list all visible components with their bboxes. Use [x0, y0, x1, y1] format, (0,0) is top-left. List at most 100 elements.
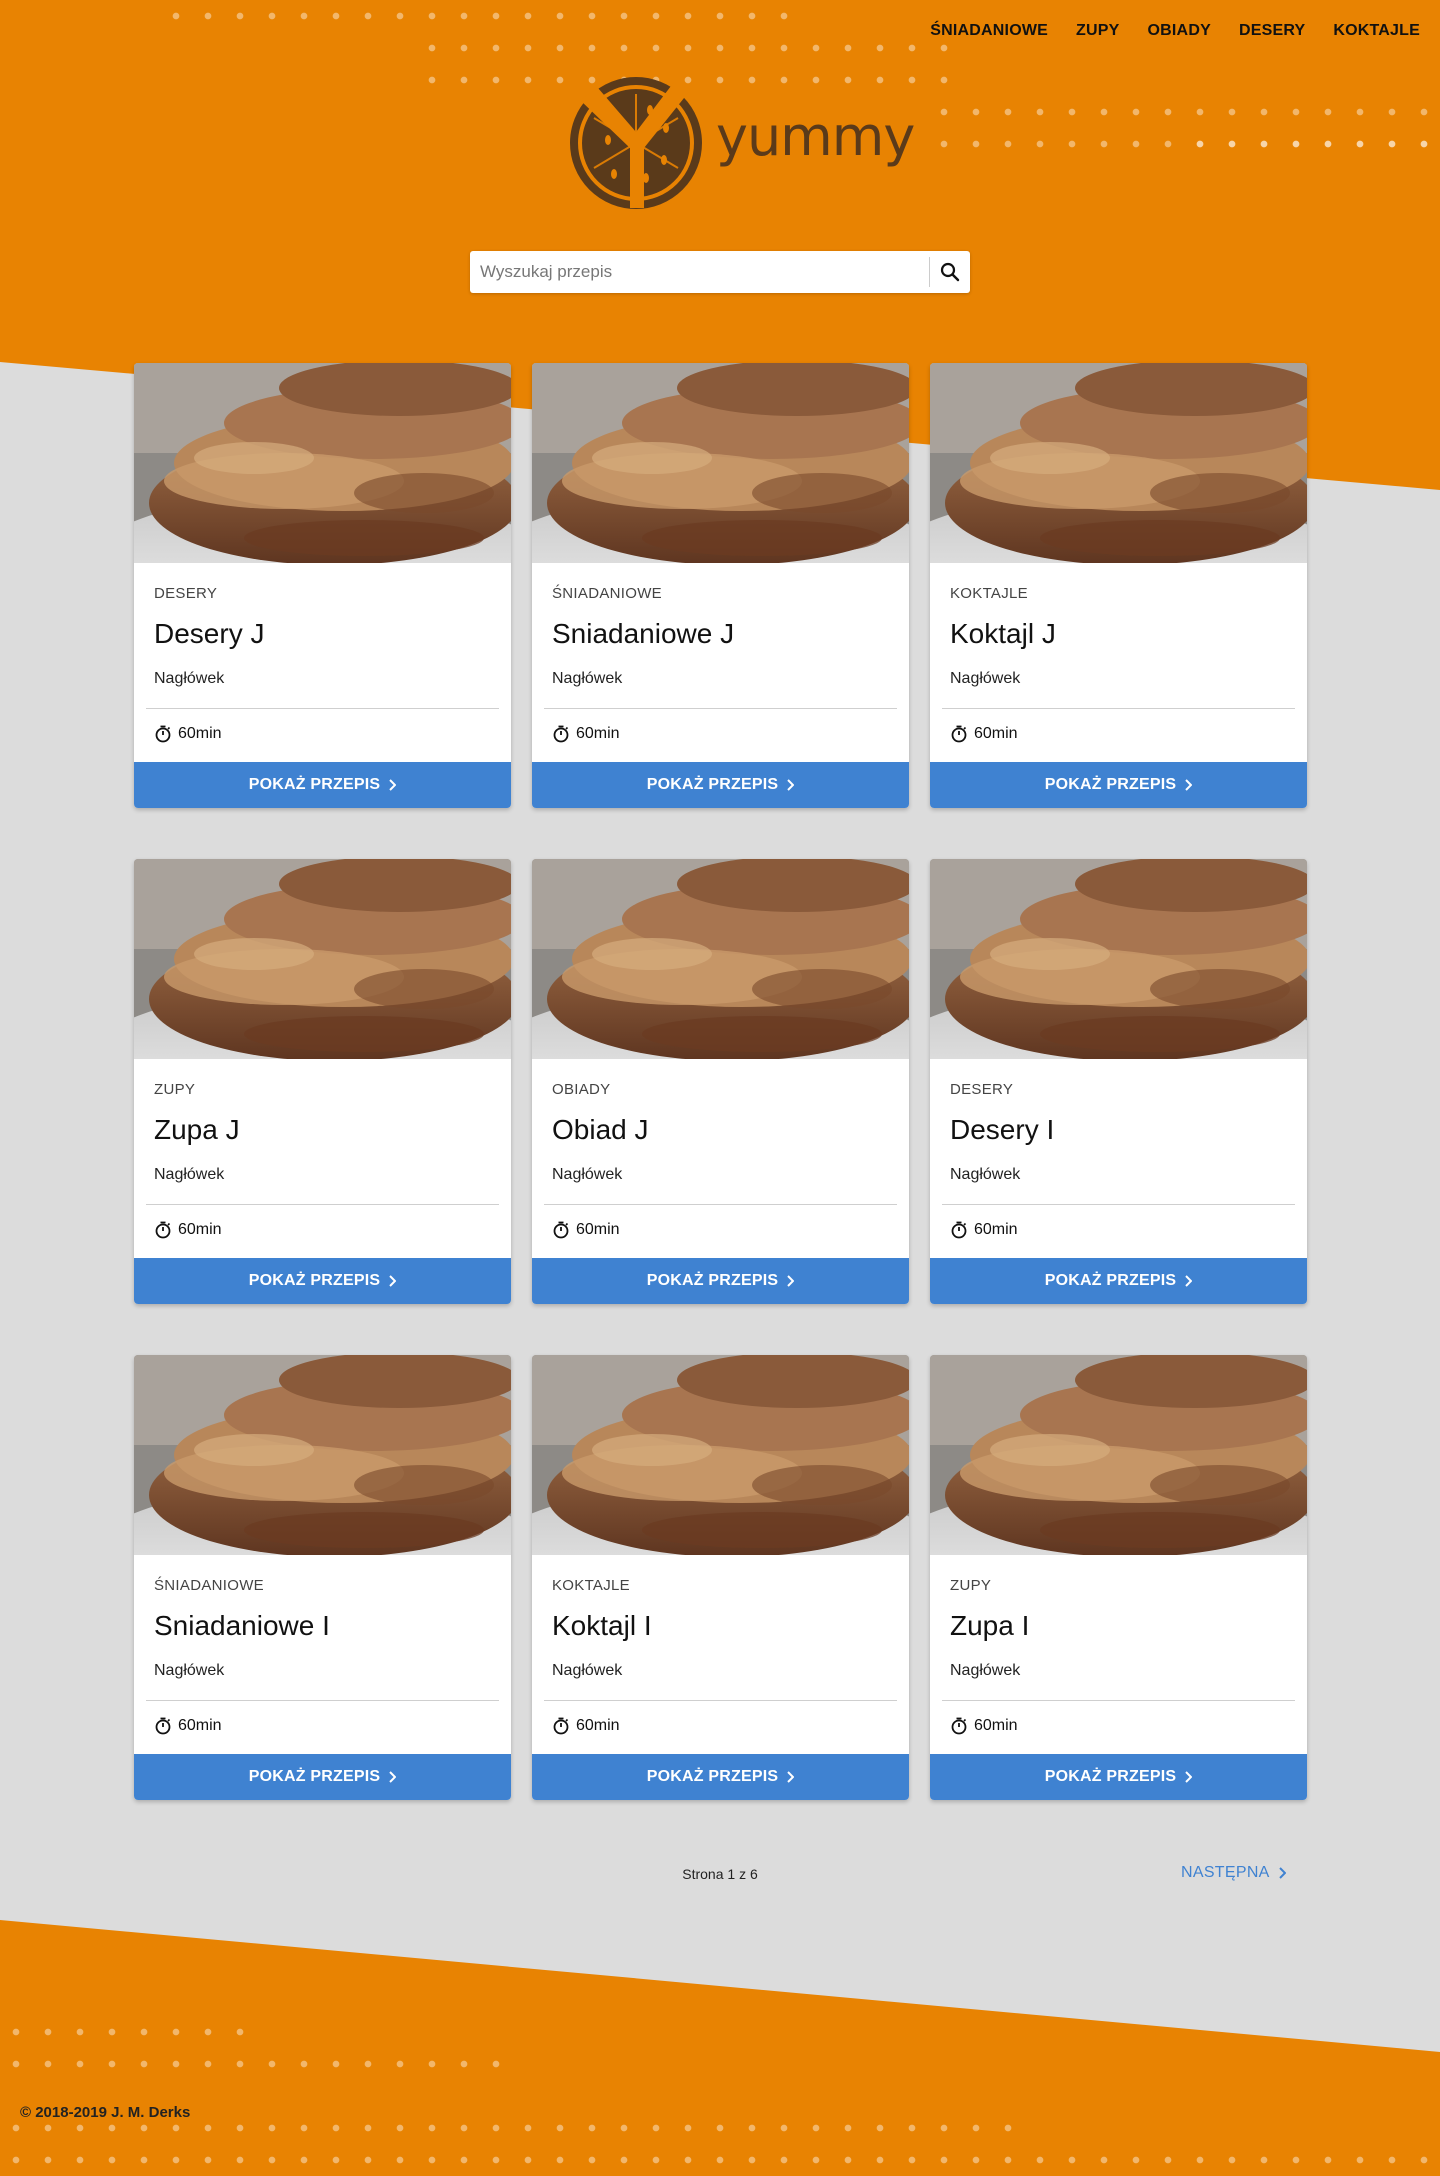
- recipe-image[interactable]: [532, 859, 909, 1059]
- recipe-image[interactable]: [930, 1355, 1307, 1555]
- recipe-card: ŚNIADANIOWE Sniadaniowe I Nagłówek 60min…: [134, 1355, 511, 1800]
- stopwatch-icon: [553, 1221, 569, 1239]
- search-bar: [470, 251, 970, 293]
- footer-copyright: © 2018-2019 J. M. Derks: [20, 2104, 191, 2121]
- recipe-image[interactable]: [930, 363, 1307, 563]
- recipe-time: 60min: [552, 1221, 889, 1239]
- card-divider: [942, 1700, 1295, 1701]
- show-recipe-label: POKAŻ PRZEPIS: [248, 1768, 381, 1785]
- logo[interactable]: yummy: [570, 70, 915, 212]
- card-divider: [544, 1700, 897, 1701]
- recipe-subtitle: Nagłówek: [950, 1166, 1021, 1183]
- recipe-time: 60min: [154, 1717, 491, 1735]
- search-input[interactable]: [470, 252, 929, 292]
- recipe-image[interactable]: [134, 363, 511, 563]
- recipe-category: OBIADY: [552, 1081, 611, 1098]
- recipe-time-value: 60min: [974, 725, 1018, 742]
- stopwatch-icon: [155, 725, 171, 743]
- show-recipe-button[interactable]: POKAŻ PRZEPIS: [930, 762, 1307, 808]
- recipe-subtitle: Nagłówek: [154, 670, 225, 687]
- dot-pattern: [0, 2048, 512, 2080]
- recipe-image[interactable]: [930, 859, 1307, 1059]
- recipe-time: 60min: [950, 1717, 1287, 1735]
- recipe-subtitle: Nagłówek: [950, 670, 1021, 687]
- recipe-title: Zupa J: [154, 1114, 240, 1145]
- recipe-time: 60min: [552, 1717, 889, 1735]
- recipe-card: ZUPY Zupa I Nagłówek 60min POKAŻ PRZEPIS: [930, 1355, 1307, 1800]
- show-recipe-button[interactable]: POKAŻ PRZEPIS: [134, 1754, 511, 1800]
- card-divider: [146, 708, 499, 709]
- search-button[interactable]: [930, 252, 970, 292]
- recipe-time: 60min: [950, 1221, 1287, 1239]
- nav-item-desery[interactable]: DESERY: [1239, 22, 1305, 40]
- recipe-image[interactable]: [134, 1355, 511, 1555]
- card-divider: [942, 1204, 1295, 1205]
- recipe-title: Koktajl J: [950, 618, 1056, 649]
- recipe-card: DESERY Desery I Nagłówek 60min POKAŻ PRZ…: [930, 859, 1307, 1304]
- card-divider: [544, 1204, 897, 1205]
- recipe-time-value: 60min: [178, 1221, 222, 1238]
- stopwatch-icon: [553, 725, 569, 743]
- recipe-card: ŚNIADANIOWE Sniadaniowe J Nagłówek 60min…: [532, 363, 909, 808]
- recipe-time-value: 60min: [178, 725, 222, 742]
- chevron-right-icon: [1185, 1771, 1193, 1783]
- stopwatch-icon: [951, 1717, 967, 1735]
- show-recipe-button[interactable]: POKAŻ PRZEPIS: [134, 762, 511, 808]
- recipe-card: KOKTAJLE Koktajl I Nagłówek 60min POKAŻ …: [532, 1355, 909, 1800]
- dot-pattern: [0, 2016, 256, 2048]
- stopwatch-icon: [155, 1717, 171, 1735]
- show-recipe-label: POKAŻ PRZEPIS: [646, 776, 779, 793]
- recipe-time-value: 60min: [974, 1221, 1018, 1238]
- stopwatch-icon: [951, 1221, 967, 1239]
- recipe-subtitle: Nagłówek: [154, 1166, 225, 1183]
- next-page-button[interactable]: NASTĘPNA: [1181, 1864, 1286, 1882]
- search-icon: [940, 262, 960, 282]
- recipe-image[interactable]: [134, 859, 511, 1059]
- recipe-image[interactable]: [532, 363, 909, 563]
- recipe-card: ZUPY Zupa J Nagłówek 60min POKAŻ PRZEPIS: [134, 859, 511, 1304]
- recipe-time-value: 60min: [974, 1717, 1018, 1734]
- recipe-time-value: 60min: [576, 725, 620, 742]
- recipe-time-value: 60min: [576, 1717, 620, 1734]
- recipe-time-value: 60min: [178, 1717, 222, 1734]
- recipe-time: 60min: [552, 725, 889, 743]
- card-divider: [942, 708, 1295, 709]
- recipe-subtitle: Nagłówek: [552, 1662, 623, 1679]
- recipe-card: KOKTAJLE Koktajl J Nagłówek 60min POKAŻ …: [930, 363, 1307, 808]
- card-divider: [544, 708, 897, 709]
- show-recipe-label: POKAŻ PRZEPIS: [1044, 1768, 1177, 1785]
- show-recipe-label: POKAŻ PRZEPIS: [1044, 776, 1177, 793]
- nav-item-obiady[interactable]: OBIADY: [1148, 22, 1211, 40]
- show-recipe-button[interactable]: POKAŻ PRZEPIS: [134, 1258, 511, 1304]
- recipe-grid: DESERY Desery J Nagłówek 60min POKAŻ PRZ…: [134, 363, 1307, 1800]
- top-nav: ŚNIADANIOWE ZUPY OBIADY DESERY KOKTAJLE: [930, 22, 1420, 40]
- chevron-right-icon: [1185, 1275, 1193, 1287]
- nav-item-zupy[interactable]: ZUPY: [1076, 22, 1119, 40]
- show-recipe-label: POKAŻ PRZEPIS: [646, 1272, 779, 1289]
- show-recipe-button[interactable]: POKAŻ PRZEPIS: [930, 1258, 1307, 1304]
- nav-item-sniadaniowe[interactable]: ŚNIADANIOWE: [930, 22, 1048, 40]
- chevron-right-icon: [1278, 1867, 1286, 1879]
- recipe-category: ZUPY: [950, 1577, 992, 1594]
- recipe-time: 60min: [154, 1221, 491, 1239]
- show-recipe-button[interactable]: POKAŻ PRZEPIS: [930, 1754, 1307, 1800]
- show-recipe-button[interactable]: POKAŻ PRZEPIS: [532, 762, 909, 808]
- stopwatch-icon: [553, 1717, 569, 1735]
- show-recipe-button[interactable]: POKAŻ PRZEPIS: [532, 1258, 909, 1304]
- chevron-right-icon: [787, 779, 795, 791]
- recipe-title: Sniadaniowe J: [552, 618, 735, 649]
- show-recipe-button[interactable]: POKAŻ PRZEPIS: [532, 1754, 909, 1800]
- recipe-subtitle: Nagłówek: [552, 670, 623, 687]
- recipe-category: ŚNIADANIOWE: [154, 1577, 264, 1594]
- nav-item-koktajle[interactable]: KOKTAJLE: [1333, 22, 1420, 40]
- recipe-card: OBIADY Obiad J Nagłówek 60min POKAŻ PRZE…: [532, 859, 909, 1304]
- recipe-time: 60min: [154, 725, 491, 743]
- chevron-right-icon: [787, 1771, 795, 1783]
- dot-pattern: [0, 2144, 1440, 2176]
- chevron-right-icon: [787, 1275, 795, 1287]
- recipe-title: Zupa I: [950, 1610, 1030, 1641]
- dot-pattern: [160, 0, 800, 32]
- recipe-category: ZUPY: [154, 1081, 196, 1098]
- recipe-subtitle: Nagłówek: [154, 1662, 225, 1679]
- recipe-image[interactable]: [532, 1355, 909, 1555]
